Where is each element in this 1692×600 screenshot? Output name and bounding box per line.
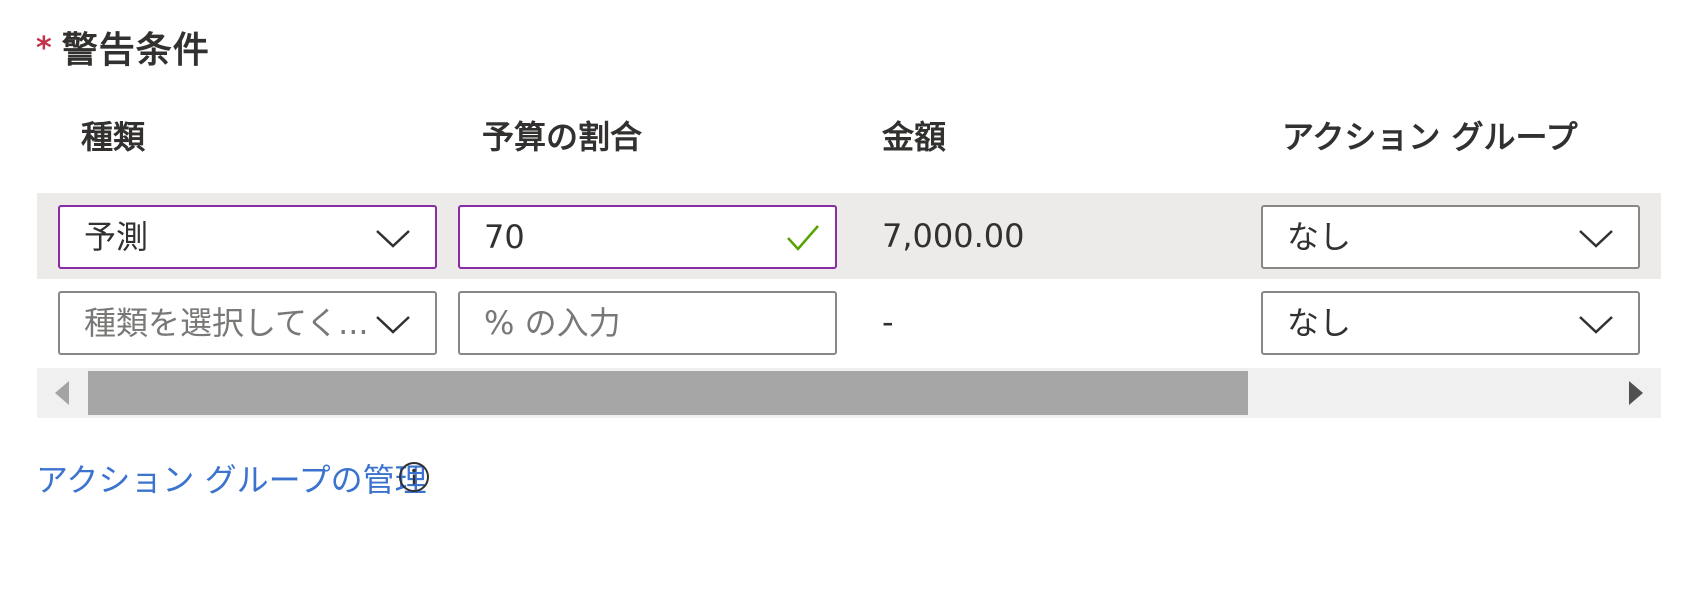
column-header-budget-percent: 予算の割合 [482,118,643,156]
checkmark-icon [787,225,819,251]
budget-percent-placeholder: % の入力 [484,304,621,342]
required-asterisk: * [36,31,52,66]
budget-percent-value: 70 [484,218,525,256]
horizontal-scrollbar[interactable] [37,368,1661,418]
type-dropdown-placeholder: 種類を選択してく... [84,304,369,342]
info-icon[interactable] [398,461,430,493]
chevron-down-icon [1579,316,1613,334]
table-row: 予測 70 7,000.00 なし [37,193,1661,279]
action-group-dropdown[interactable]: なし [1261,291,1640,355]
action-group-value: なし [1287,218,1352,256]
chevron-down-icon [1579,230,1613,248]
scrollbar-thumb[interactable] [88,371,1248,415]
budget-percent-input[interactable]: 70 [458,205,837,269]
scroll-right-arrow-icon[interactable] [1629,381,1643,405]
budget-percent-input[interactable]: % の入力 [458,291,837,355]
type-dropdown[interactable]: 予測 [58,205,437,269]
type-dropdown[interactable]: 種類を選択してく... [58,291,437,355]
manage-action-groups-link[interactable]: アクション グループの管理 [36,455,427,501]
column-header-type: 種類 [81,118,146,156]
table-row: 種類を選択してく... % の入力 - なし [37,279,1661,365]
column-header-amount: 金額 [882,118,947,156]
amount-value: - [882,303,894,341]
alert-conditions-heading: * 警告条件 [36,22,210,72]
chevron-down-icon [376,316,410,334]
chevron-down-icon [376,230,410,248]
scroll-left-arrow-icon[interactable] [55,381,69,405]
column-header-action-group: アクション グループ [1282,118,1578,156]
action-group-value: なし [1287,304,1352,342]
type-dropdown-value: 予測 [84,218,149,256]
action-group-dropdown[interactable]: なし [1261,205,1640,269]
amount-value: 7,000.00 [882,217,1025,255]
section-title: 警告条件 [61,30,210,71]
